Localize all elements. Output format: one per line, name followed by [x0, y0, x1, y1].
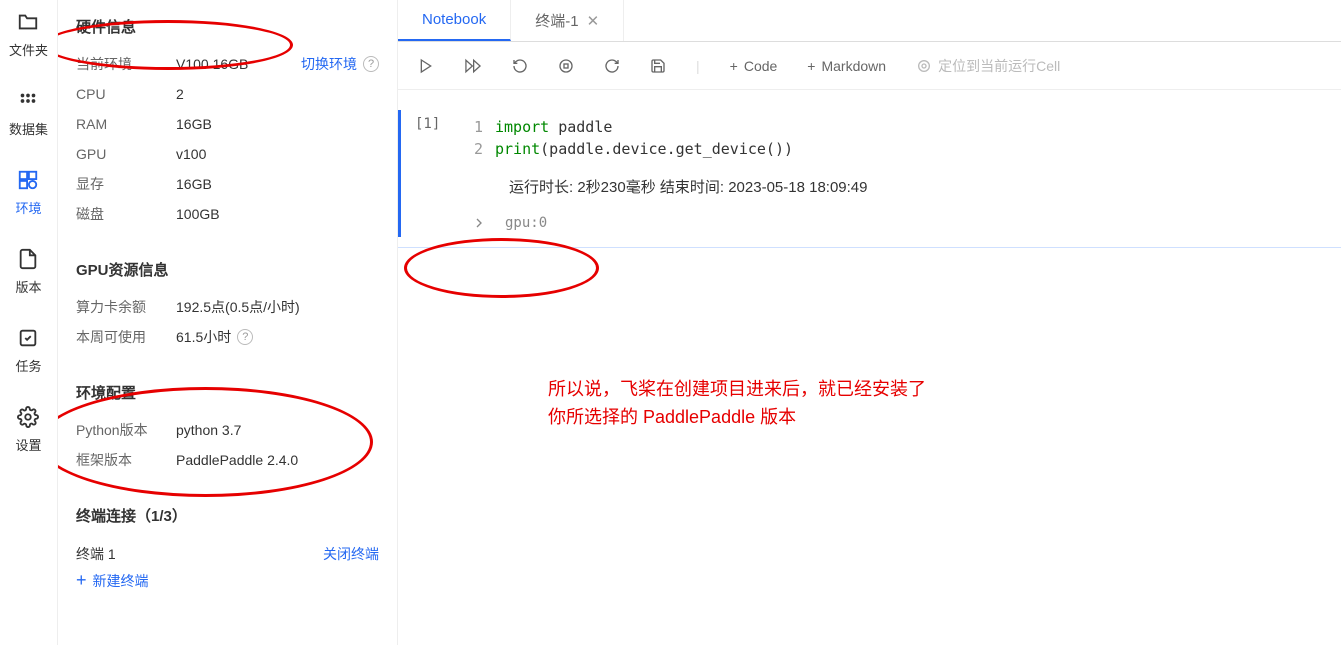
plus-icon: +: [76, 570, 87, 591]
sidebar-item-dataset[interactable]: 数据集: [9, 89, 48, 138]
cell-prompt: [1]: [405, 110, 455, 237]
gear-icon: [16, 405, 40, 429]
env-row: 当前环境 V100 16GB 切换环境 ?: [76, 49, 379, 79]
switch-env-link[interactable]: 切换环境: [301, 49, 357, 79]
stop-button[interactable]: [558, 58, 574, 74]
new-terminal-button[interactable]: + 新建终端: [76, 570, 379, 591]
output-icon: [469, 215, 489, 231]
sidebar-item-env[interactable]: 环境: [15, 168, 41, 217]
sidebar-item-version[interactable]: 版本: [15, 247, 41, 296]
annotation-text: 所以说，飞桨在创建项目进来后，就已经安装了 你所选择的 PaddlePaddle…: [548, 375, 926, 431]
add-markdown-button[interactable]: + Markdown: [807, 58, 886, 74]
toolbar: | + Code + Markdown 定位到当前运行Cell: [398, 42, 1341, 90]
code-content[interactable]: import paddle print(paddle.device.get_de…: [495, 116, 793, 160]
env-config-title: 环境配置: [76, 382, 379, 403]
folder-icon: [16, 10, 40, 34]
sidebar-item-task[interactable]: 任务: [15, 326, 41, 375]
notebook-body: [1] 1 2 import paddle print(paddle.devic…: [398, 90, 1341, 645]
refresh-button[interactable]: [604, 58, 620, 74]
run-button[interactable]: [418, 58, 434, 74]
plus-icon: +: [807, 58, 815, 74]
icon-sidebar: 文件夹 数据集 环境 版本 任务 设置: [0, 0, 58, 645]
help-icon[interactable]: ?: [237, 329, 253, 345]
locate-cell-button[interactable]: 定位到当前运行Cell: [916, 56, 1060, 76]
cell-output: gpu:0: [455, 215, 1341, 231]
restart-button[interactable]: [512, 58, 528, 74]
sidebar-item-folder[interactable]: 文件夹: [9, 10, 48, 59]
info-panel: 硬件信息 当前环境 V100 16GB 切换环境 ? CPU2 RAM16GB …: [58, 0, 398, 645]
sidebar-item-settings[interactable]: 设置: [15, 405, 41, 454]
env-icon: [16, 168, 40, 192]
help-icon[interactable]: ?: [363, 56, 379, 72]
close-terminal-link[interactable]: 关闭终端: [323, 538, 379, 570]
hardware-title: 硬件信息: [76, 16, 379, 37]
save-button[interactable]: [650, 58, 666, 74]
env-value: V100 16GB: [176, 49, 248, 79]
tab-terminal[interactable]: 终端-1 ✕: [511, 0, 624, 41]
code-cell[interactable]: [1] 1 2 import paddle print(paddle.devic…: [398, 110, 1341, 237]
main-area: Notebook 终端-1 ✕ | + Code +: [398, 0, 1341, 645]
add-code-button[interactable]: + Code: [730, 58, 778, 74]
gpu-res-title: GPU资源信息: [76, 259, 379, 280]
dataset-icon: [16, 89, 40, 113]
tab-notebook[interactable]: Notebook: [398, 0, 511, 41]
close-icon[interactable]: ✕: [587, 12, 600, 30]
run-all-button[interactable]: [464, 58, 482, 74]
run-info: 运行时长: 2秒230毫秒 结束时间: 2023-05-18 18:09:49: [455, 176, 1341, 197]
env-label: 当前环境: [76, 49, 176, 79]
line-gutter: 1 2: [455, 116, 495, 160]
task-icon: [16, 326, 40, 350]
terminal-title: 终端连接（1/3）: [76, 505, 379, 526]
plus-icon: +: [730, 58, 738, 74]
version-icon: [16, 247, 40, 271]
terminal-name: 终端 1: [76, 538, 116, 570]
tabs: Notebook 终端-1 ✕: [398, 0, 1341, 42]
target-icon: [916, 58, 932, 74]
